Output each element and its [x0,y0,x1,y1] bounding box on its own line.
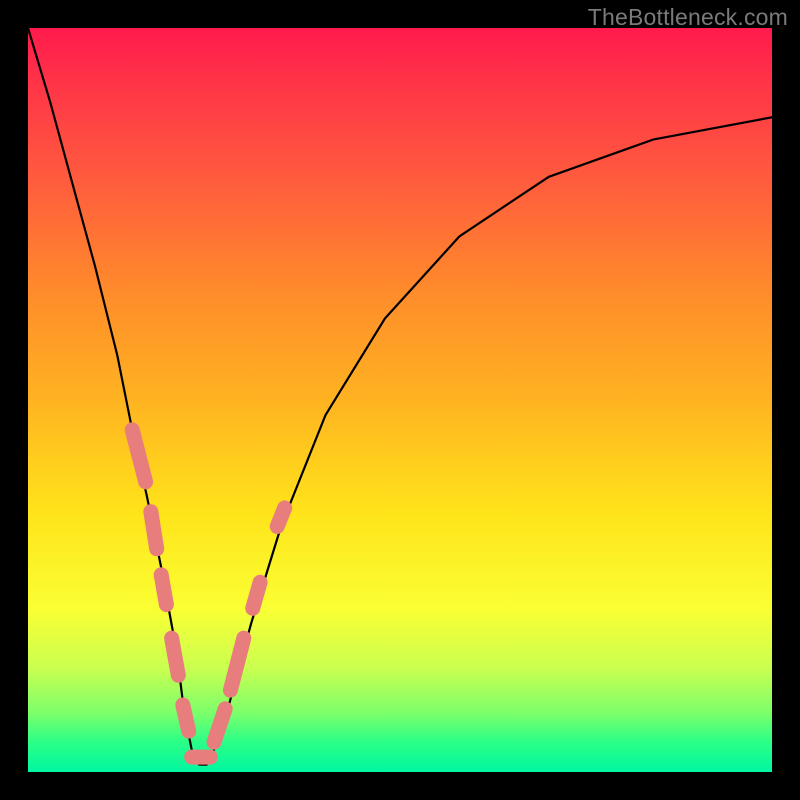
highlight-segment [253,582,260,608]
plot-gradient-area [28,28,772,772]
highlight-segment [230,638,243,690]
highlight-segment [277,508,285,527]
watermark-text: TheBottleneck.com [588,4,788,31]
chart-overlay [28,28,772,772]
chart-frame: TheBottleneck.com [0,0,800,800]
highlight-segments [132,430,285,757]
highlight-segment [132,430,145,482]
highlight-segment [183,705,189,731]
highlight-segment [214,709,225,742]
highlight-segment [151,512,157,549]
bottleneck-curve [28,28,772,765]
highlight-segment [172,638,179,675]
highlight-segment [161,575,166,605]
